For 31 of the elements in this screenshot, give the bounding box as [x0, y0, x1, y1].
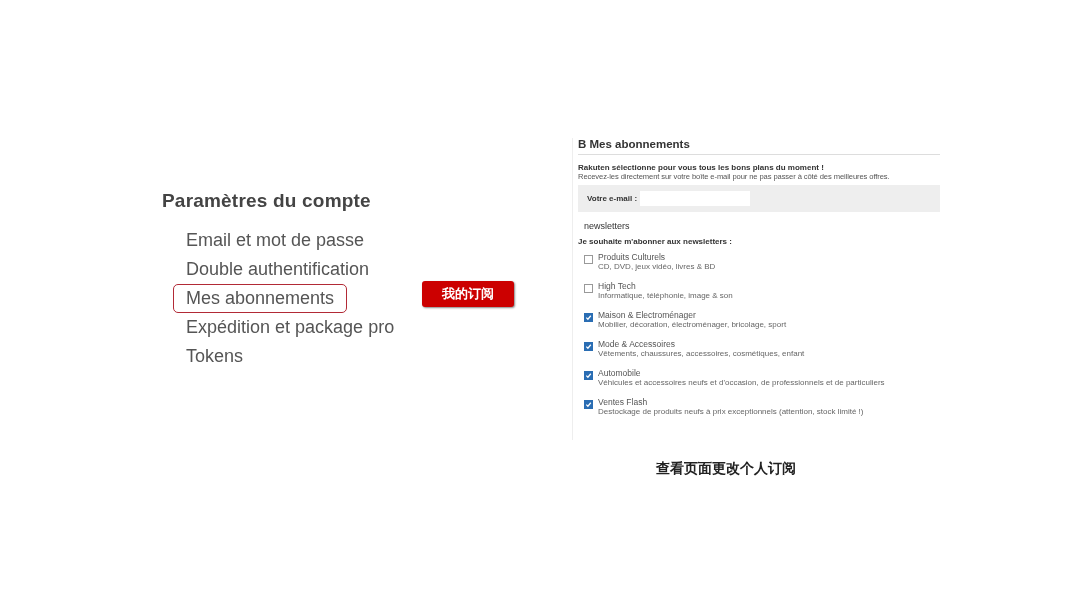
newsletter-description: Véhicules et accessoires neufs et d'occasion, de professionnels et de particuliers: [598, 378, 885, 387]
newsletter-description: Vêtements, chaussures, accessoires, cosmétiques, enfant: [598, 349, 805, 358]
newsletter-description: Destockage de produits neufs à prix exceptionnels (attention, stock limité !): [598, 407, 864, 416]
menu-item[interactable]: Tokens: [173, 342, 257, 371]
prompt-text: Je souhaite m'abonner aux newsletters :: [578, 237, 733, 246]
newsletter-name: Maison & Electroménager: [598, 310, 697, 320]
checkbox[interactable]: [584, 255, 593, 264]
checkbox[interactable]: [584, 342, 593, 351]
newsletter-name: High Tech: [598, 281, 637, 291]
menu-heading: Paramètres du compte: [162, 190, 372, 212]
section-title: newsletters: [584, 221, 631, 231]
menu-item[interactable]: Double authentification: [173, 255, 383, 284]
field-label: Votre e-mail :: [587, 194, 638, 203]
page-title: B Mes abonnements: [578, 138, 940, 155]
newsletter-name: Ventes Flash: [598, 397, 649, 407]
checkbox[interactable]: [584, 313, 593, 322]
caption: 查看页面更改个人订阅: [656, 460, 796, 478]
callout-label: 我的订阅: [422, 281, 515, 307]
checkbox[interactable]: [584, 371, 593, 380]
newsletter-name: Automobile: [598, 368, 642, 378]
newsletter-description: Mobilier, décoration, électroménager, bricolage, sport: [598, 320, 787, 329]
newsletter-name: Produits Culturels: [598, 252, 667, 262]
newsletter-description: Informatique, téléphonie, image & son: [598, 291, 733, 300]
menu-item[interactable]: Mes abonnements: [173, 284, 348, 313]
newsletter-name: Mode & Accessoires: [598, 339, 676, 349]
checkbox[interactable]: [584, 284, 593, 293]
menu-item[interactable]: Expédition et package pro: [173, 313, 408, 342]
menu-item[interactable]: Email et mot de passe: [173, 226, 378, 255]
checkbox[interactable]: [584, 400, 593, 409]
intro-text: Rakuten sélectionne pour vous tous les bons plans du moment !: [578, 163, 825, 172]
newsletter-description: CD, DVD, jeux vidéo, livres & BD: [598, 262, 716, 271]
